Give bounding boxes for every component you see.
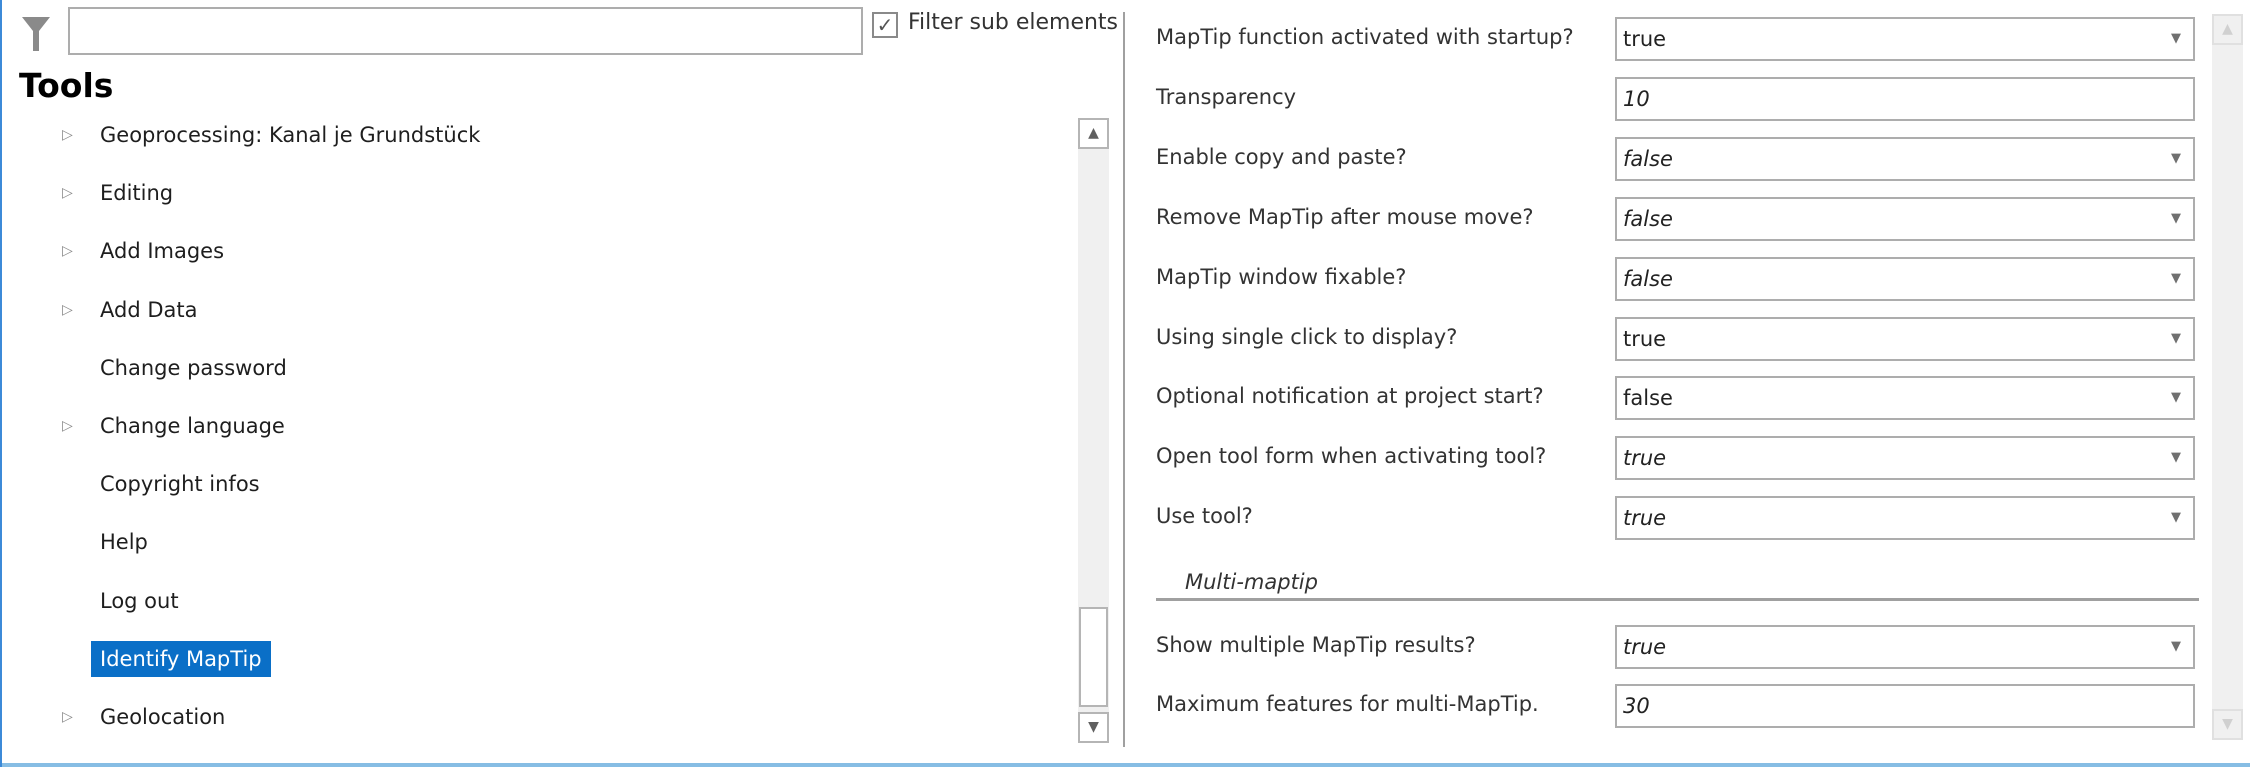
property-dropdown[interactable]: true ▼ bbox=[1615, 496, 2195, 541]
property-label: Maximum features for multi-MapTip. bbox=[1156, 692, 1539, 716]
property-dropdown[interactable]: true ▼ bbox=[1615, 436, 2195, 481]
property-label: MapTip function activated with startup? bbox=[1156, 25, 1574, 49]
bottom-border bbox=[2, 763, 2250, 767]
property-value: true bbox=[1623, 326, 1667, 351]
property-label: Optional notification at project start? bbox=[1156, 384, 1544, 409]
tools-heading: Tools bbox=[19, 66, 114, 105]
scroll-up-button[interactable]: ▲ bbox=[1078, 118, 1109, 149]
property-input[interactable]: 10 bbox=[1615, 76, 2195, 121]
chevron-down-icon[interactable]: ▼ bbox=[2171, 19, 2181, 59]
group-divider bbox=[1156, 598, 2199, 601]
expand-arrow-icon[interactable]: ▷ bbox=[62, 233, 82, 269]
expand-arrow-icon[interactable]: ▷ bbox=[62, 117, 82, 153]
property-dropdown[interactable]: false ▼ bbox=[1615, 136, 2195, 181]
tree-item-label: Add Images bbox=[100, 239, 225, 264]
expand-arrow-icon[interactable]: ▷ bbox=[62, 408, 82, 444]
property-value: false bbox=[1623, 386, 1673, 411]
chevron-down-icon[interactable]: ▼ bbox=[2171, 378, 2181, 418]
expand-arrow-icon[interactable]: ▷ bbox=[62, 292, 82, 328]
property-value: false bbox=[1623, 266, 1673, 291]
property-value: 30 bbox=[1623, 694, 1650, 718]
properties-scrollbar[interactable]: ▲ ▼ bbox=[2212, 14, 2243, 740]
property-dropdown[interactable]: false ▼ bbox=[1615, 376, 2195, 421]
tree-item-label: Geoprocessing: Kanal je Grundstück bbox=[100, 123, 481, 147]
funnel-icon bbox=[22, 17, 50, 51]
chevron-down-icon[interactable]: ▼ bbox=[2171, 259, 2181, 299]
property-label: Show multiple MapTip results? bbox=[1156, 633, 1476, 657]
chevron-down-icon[interactable]: ▼ bbox=[2171, 498, 2181, 538]
filter-sub-elements-label: Filter sub elements bbox=[908, 10, 1119, 35]
chevron-down-icon[interactable]: ▼ bbox=[2171, 199, 2181, 239]
chevron-down-icon[interactable]: ▼ bbox=[2171, 319, 2181, 359]
group-title: Multi-maptip bbox=[1185, 570, 1318, 594]
chevron-down-icon[interactable]: ▼ bbox=[2171, 438, 2181, 478]
property-label: Transparency bbox=[1156, 84, 1297, 109]
filter-sub-elements-checkbox[interactable]: ✓ bbox=[872, 12, 898, 38]
property-value: true bbox=[1623, 27, 1667, 51]
chevron-down-icon[interactable]: ▼ bbox=[2171, 627, 2181, 667]
property-dropdown[interactable]: true ▼ bbox=[1615, 625, 2195, 669]
filter-search-input[interactable] bbox=[68, 7, 863, 55]
tree-item-label: Identify MapTip bbox=[91, 640, 271, 677]
tools-scrollbar[interactable]: ▲ ▼ bbox=[1078, 118, 1109, 743]
property-label: Use tool? bbox=[1156, 504, 1253, 529]
tree-item-label: Add Data bbox=[100, 297, 198, 322]
property-value: true bbox=[1623, 635, 1667, 659]
property-label: Remove MapTip after mouse move? bbox=[1156, 204, 1534, 229]
property-input[interactable]: 30 bbox=[1615, 684, 2195, 728]
property-dropdown[interactable]: true ▼ bbox=[1615, 17, 2195, 61]
property-label: MapTip window fixable? bbox=[1156, 264, 1407, 289]
tree-item-label: Change language bbox=[100, 414, 285, 438]
property-dropdown[interactable]: false ▼ bbox=[1615, 256, 2195, 301]
property-value: false bbox=[1623, 146, 1673, 171]
property-label: Open tool form when activating tool? bbox=[1156, 444, 1547, 469]
panel-splitter[interactable] bbox=[1123, 12, 1125, 747]
property-value: true bbox=[1623, 446, 1667, 471]
tree-item-label: Change password bbox=[100, 355, 287, 380]
property-label: Using single click to display? bbox=[1156, 324, 1458, 349]
scroll-down-button[interactable]: ▼ bbox=[2212, 709, 2243, 740]
tree-item-label: Help bbox=[100, 530, 148, 555]
property-value: 10 bbox=[1623, 86, 1650, 111]
tree-item-label: Copyright infos bbox=[100, 472, 260, 497]
property-dropdown[interactable]: true ▼ bbox=[1615, 316, 2195, 361]
scrollbar-thumb[interactable] bbox=[1079, 607, 1108, 707]
tree-item-label: Log out bbox=[100, 588, 179, 613]
tree-item-label: Geolocation bbox=[100, 705, 226, 729]
expand-arrow-icon[interactable]: ▷ bbox=[62, 175, 82, 211]
property-value: true bbox=[1623, 506, 1667, 531]
expand-arrow-icon[interactable]: ▷ bbox=[62, 699, 82, 735]
property-value: false bbox=[1623, 206, 1673, 231]
scroll-up-button[interactable]: ▲ bbox=[2212, 14, 2243, 45]
property-label: Enable copy and paste? bbox=[1156, 144, 1407, 169]
chevron-down-icon[interactable]: ▼ bbox=[2171, 139, 2181, 179]
property-dropdown[interactable]: false ▼ bbox=[1615, 196, 2195, 241]
tree-item-label: Editing bbox=[100, 181, 174, 206]
scroll-down-button[interactable]: ▼ bbox=[1078, 712, 1109, 743]
